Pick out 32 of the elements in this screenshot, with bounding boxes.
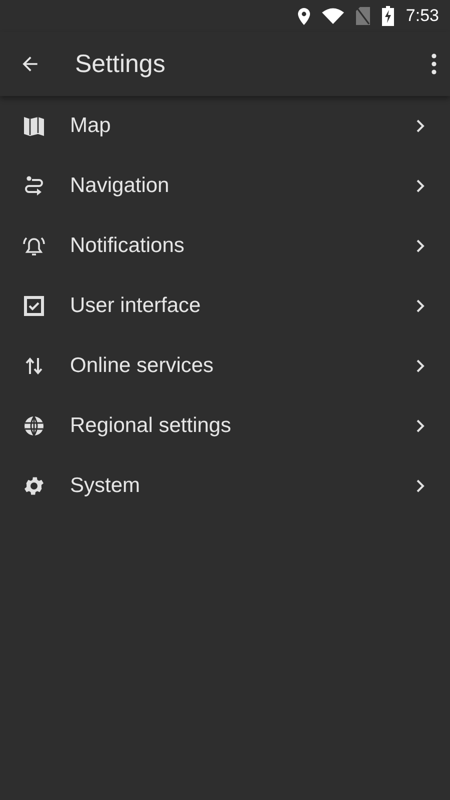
- item-label: Online services: [70, 354, 215, 378]
- item-label: System: [70, 474, 142, 498]
- map-icon: [22, 114, 46, 138]
- battery-charging-icon: [382, 6, 394, 26]
- settings-item[interactable]: Notifications: [0, 216, 450, 276]
- settings-item[interactable]: Map: [0, 96, 450, 156]
- chevron-right-icon: [416, 119, 425, 133]
- location-icon: [298, 8, 310, 24]
- chevron-right-icon: [416, 179, 425, 193]
- item-label: Map: [70, 114, 112, 138]
- item-label: Navigation: [70, 174, 170, 198]
- chevron-right-icon: [416, 239, 425, 253]
- settings-item[interactable]: Regional settings: [0, 396, 450, 456]
- settings-item[interactable]: Navigation: [0, 156, 450, 216]
- status-time: 7:53: [406, 6, 439, 26]
- checkbox-icon: [22, 294, 46, 318]
- chevron-right-icon: [416, 479, 425, 493]
- chevron-right-icon: [416, 359, 425, 373]
- no-sim-icon: [356, 7, 370, 25]
- more-vertical-icon: [431, 53, 437, 75]
- wifi-icon: [322, 8, 344, 24]
- settings-item[interactable]: User interface: [0, 276, 450, 336]
- screen-title: Settings: [75, 50, 166, 78]
- settings-item[interactable]: System: [0, 456, 450, 516]
- item-label: User interface: [70, 294, 202, 318]
- settings-item[interactable]: Online services: [0, 336, 450, 396]
- chevron-right-icon: [416, 419, 425, 433]
- item-label: Regional settings: [70, 414, 232, 438]
- route-icon: [22, 174, 46, 198]
- chevron-right-icon: [416, 299, 425, 313]
- item-label: Notifications: [70, 234, 186, 258]
- globe-icon: [22, 414, 46, 438]
